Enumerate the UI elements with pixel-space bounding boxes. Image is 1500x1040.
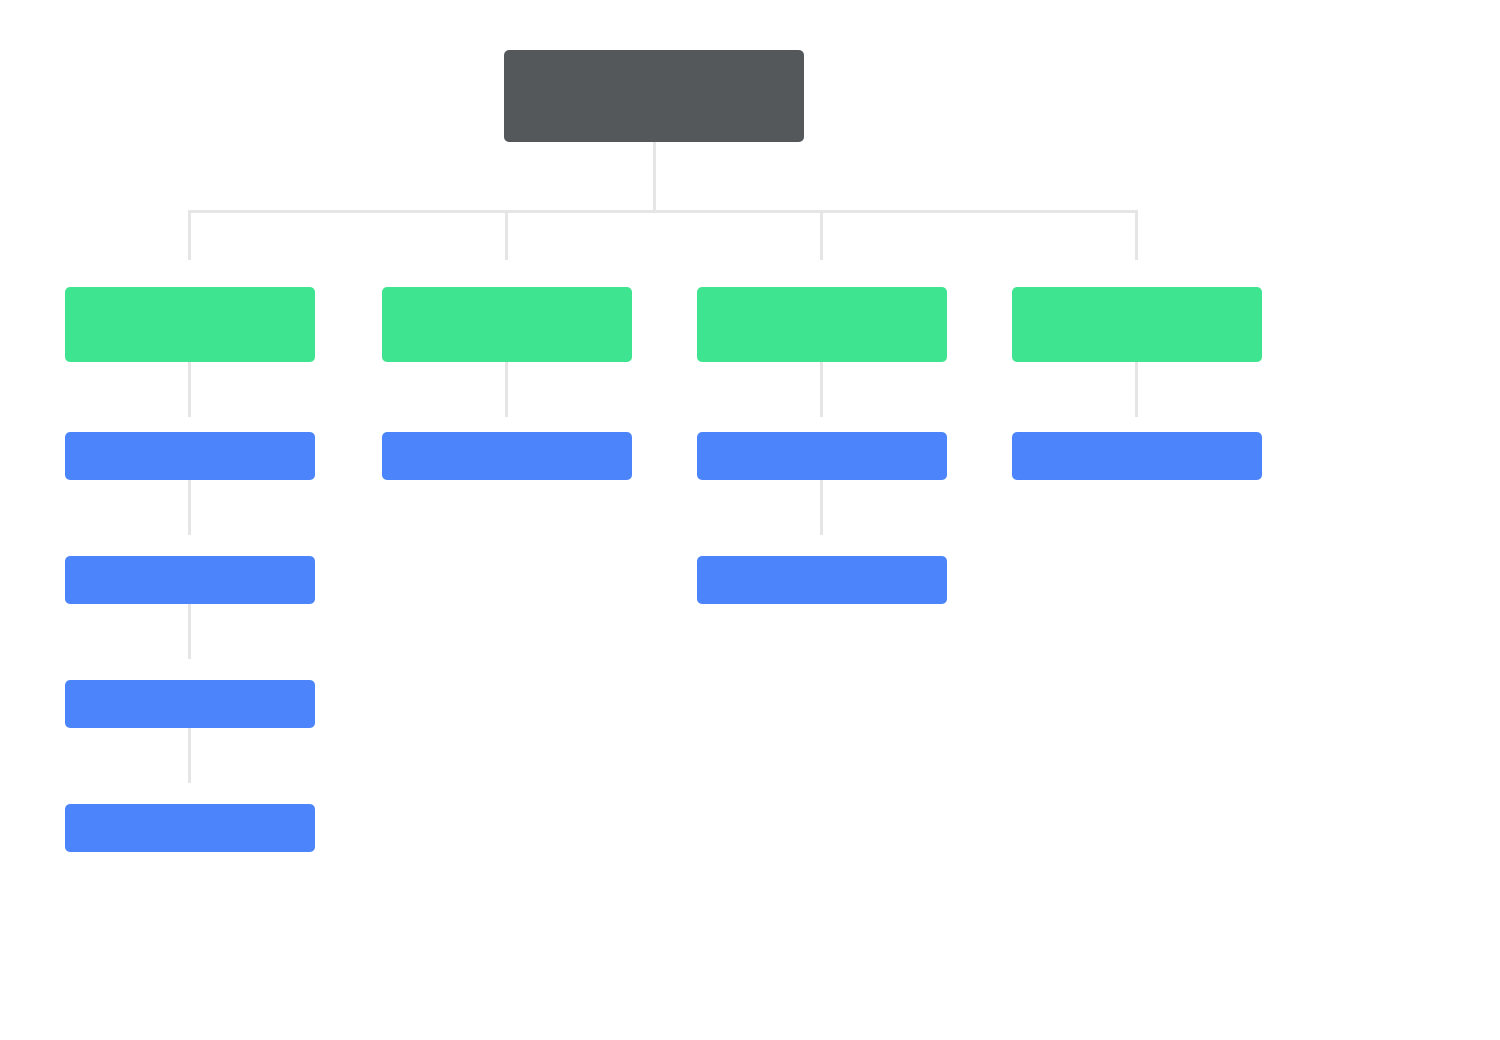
connector <box>188 604 191 659</box>
root-node <box>504 50 804 142</box>
connector <box>1135 362 1138 417</box>
connector <box>188 210 1138 213</box>
connector <box>1135 210 1138 260</box>
leaf-node <box>697 432 947 480</box>
branch-node <box>1012 287 1262 362</box>
branch-node <box>697 287 947 362</box>
connector <box>505 210 508 260</box>
branch-node <box>65 287 315 362</box>
connector <box>820 210 823 260</box>
leaf-node <box>1012 432 1262 480</box>
connector <box>188 210 191 260</box>
connector <box>505 362 508 417</box>
connector <box>653 141 656 211</box>
leaf-node <box>382 432 632 480</box>
connector <box>188 480 191 535</box>
leaf-node <box>697 556 947 604</box>
connector <box>820 362 823 417</box>
connector <box>188 728 191 783</box>
org-chart-canvas <box>0 0 1500 1040</box>
leaf-node <box>65 804 315 852</box>
leaf-node <box>65 680 315 728</box>
branch-node <box>382 287 632 362</box>
leaf-node <box>65 556 315 604</box>
connector <box>188 362 191 417</box>
connector <box>820 480 823 535</box>
leaf-node <box>65 432 315 480</box>
